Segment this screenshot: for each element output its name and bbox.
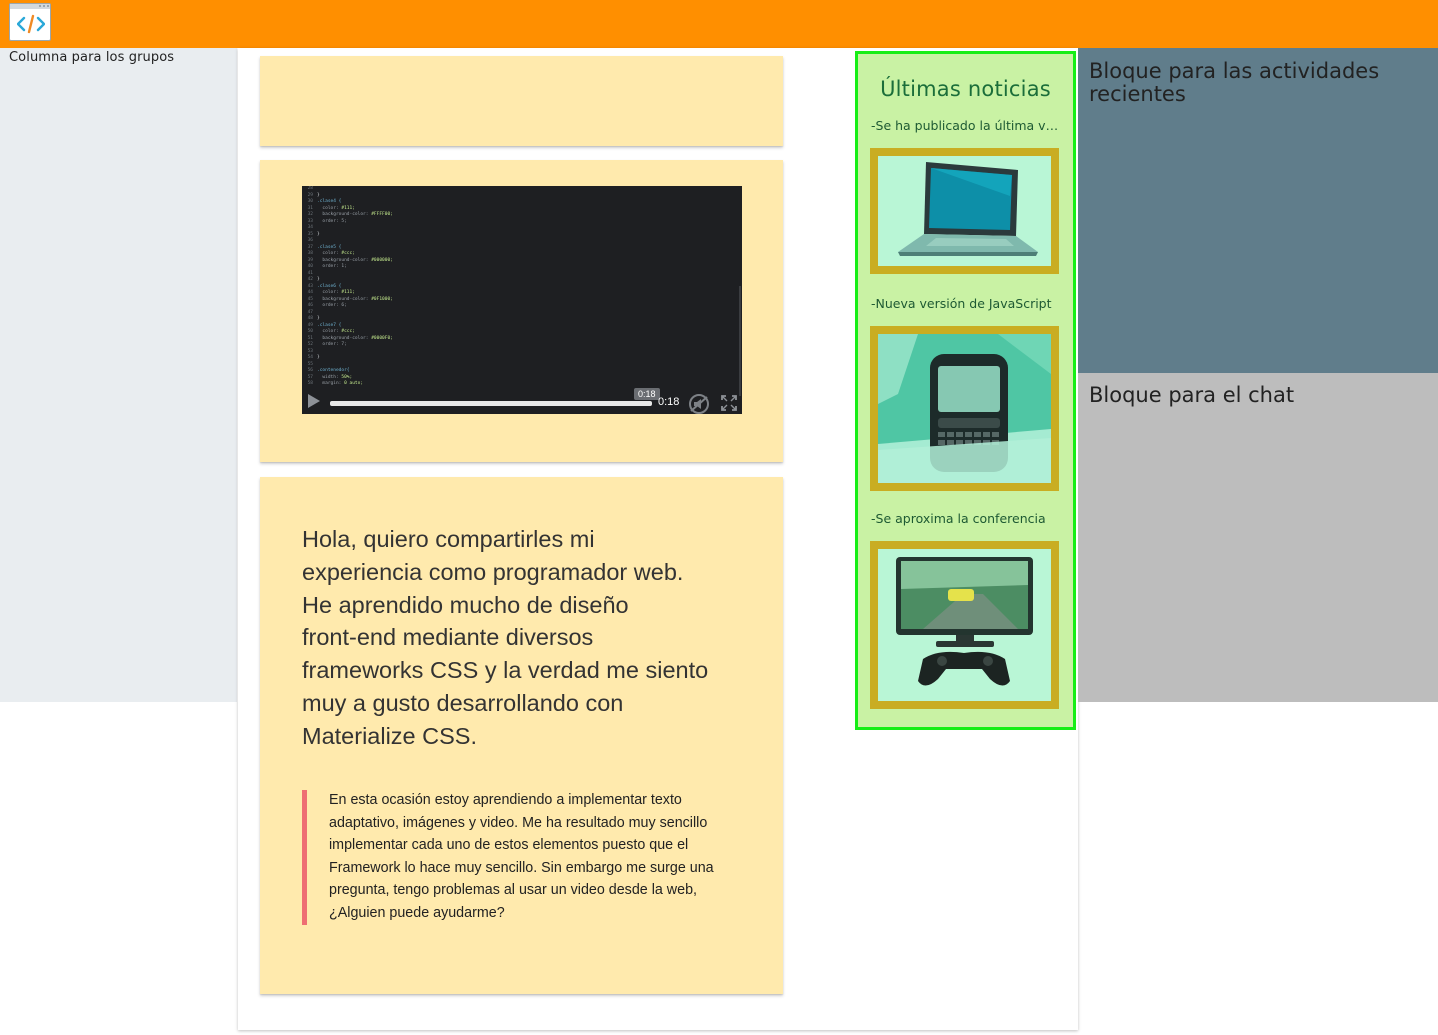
- quote-line: En esta ocasión estoy aprendiendo a impl…: [329, 792, 682, 808]
- post-line: muy a gusto desarrollando con: [302, 689, 624, 716]
- quote-line: Framework lo hace muy sencillo. Sin emba…: [329, 859, 714, 876]
- post-line: frameworks CSS y la verdad me siento: [302, 657, 709, 684]
- blockquote-text: En esta ocasión estoy aprendiendo a impl…: [329, 789, 749, 925]
- quote-line: ¿Alguien puede ayudarme?: [329, 904, 505, 921]
- gaming-monitor-image[interactable]: [870, 541, 1059, 709]
- post-line: Hola, quiero compartirles mi: [302, 526, 595, 552]
- post-line: He aprendido mucho de diseño: [302, 591, 629, 618]
- chat-block: Bloque para el chat: [1078, 373, 1438, 702]
- mute-icon[interactable]: [687, 394, 711, 414]
- groups-column: [0, 48, 237, 702]
- play-icon[interactable]: [308, 394, 320, 408]
- video-progress-bar[interactable]: [330, 401, 652, 406]
- news-title: Últimas noticias: [880, 77, 1051, 101]
- video-time-tooltip: 0:18: [634, 388, 660, 400]
- post-line: front-end mediante diversos: [302, 624, 594, 651]
- recent-activity-title: Bloque para las actividades recientes: [1089, 60, 1379, 106]
- recent-activity-block: Bloque para las actividades recientes: [1078, 48, 1438, 373]
- top-bar: [0, 0, 1438, 48]
- news-item-headline[interactable]: -Se aproxima la conferencia: [871, 511, 1061, 526]
- quote-line: adaptativo, imágenes y video. Me ha resu…: [329, 814, 708, 831]
- recent-activity-title-line: recientes: [1089, 82, 1186, 106]
- video-player[interactable]: 28 29 } 30 .clase4 { 31 color: #111; 32 ba…: [302, 186, 742, 414]
- quote-line: pregunta, tengo problemas al usar un vid…: [329, 882, 697, 899]
- video-current-time: 0:18: [658, 396, 680, 408]
- video-frame-scrollbar: [739, 286, 741, 396]
- groups-column-title: Columna para los grupos: [9, 50, 175, 65]
- smartphone-image[interactable]: [870, 326, 1059, 491]
- window-dot: [47, 5, 49, 7]
- fullscreen-icon[interactable]: [721, 395, 737, 411]
- post-body-text: Hola, quiero compartirles mi experiencia…: [302, 523, 742, 753]
- news-item-headline[interactable]: -Nueva versión de JavaScript: [871, 296, 1061, 311]
- window-dot: [43, 5, 45, 7]
- news-panel: Últimas noticias -Se ha publicado la últ…: [855, 51, 1076, 730]
- blockquote-accent-bar: [302, 790, 307, 925]
- empty-post-card: [260, 56, 783, 146]
- laptop-image[interactable]: [870, 148, 1059, 274]
- news-item-headline[interactable]: -Se ha publicado la última versión: [871, 118, 1061, 133]
- post-line: Materialize CSS.: [302, 722, 477, 749]
- window-dot: [39, 5, 41, 7]
- quote-line: implementar cada uno de estos elementos …: [329, 837, 689, 854]
- video-controls: 0:18 0:18: [302, 388, 742, 414]
- chat-title: Bloque para el chat: [1089, 383, 1295, 407]
- video-frame-code: 28 29 } 30 .clase4 { 31 color: #111; 32 ba…: [307, 186, 393, 386]
- code-window-icon: [17, 14, 45, 34]
- post-line: experiencia como programador web.: [302, 558, 684, 585]
- logo-button[interactable]: [9, 3, 51, 41]
- recent-activity-title-line: Bloque para las actividades: [1089, 59, 1380, 83]
